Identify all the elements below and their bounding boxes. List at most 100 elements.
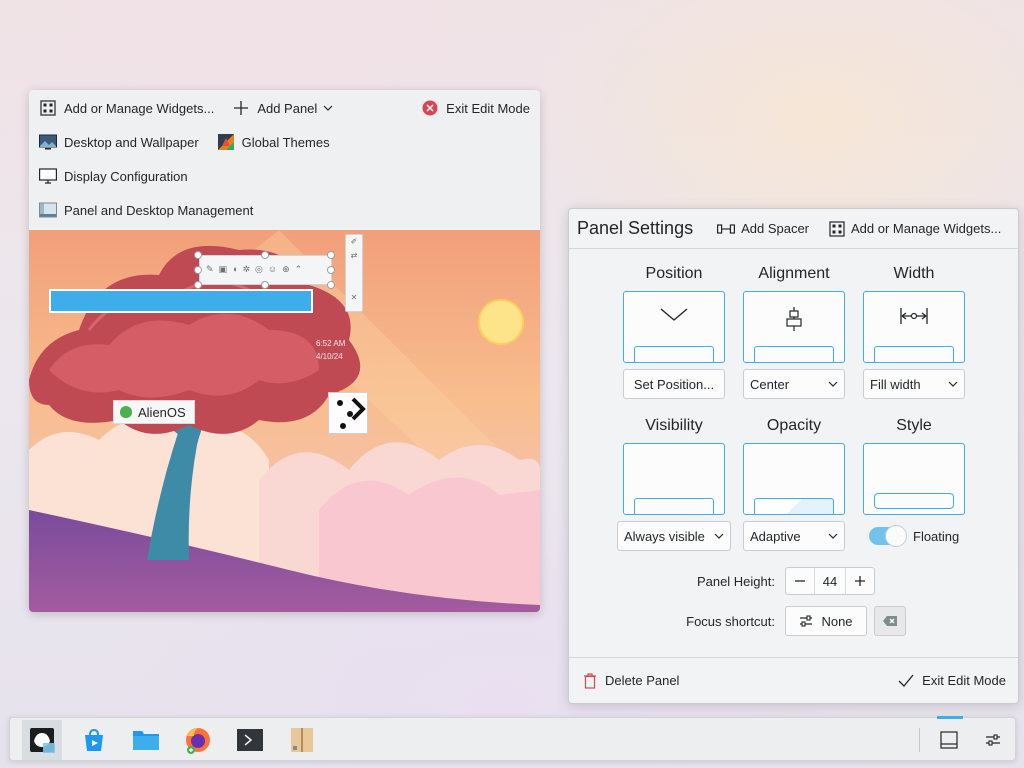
- taskbar-separator: [919, 728, 920, 752]
- alignment-preview[interactable]: [743, 291, 845, 363]
- exit-edit-mode-label: Exit Edit Mode: [922, 673, 1006, 688]
- width-value: Fill width: [870, 376, 921, 392]
- discover-button[interactable]: [74, 720, 114, 760]
- resize-handle[interactable]: [327, 281, 335, 289]
- panel-settings-header: Panel Settings Add Spacer Add or Manage …: [569, 209, 1018, 249]
- resize-handle[interactable]: [261, 251, 269, 259]
- chevron-down-icon: [828, 379, 838, 389]
- spacer-icon: [717, 223, 736, 235]
- application-launcher-button[interactable]: [22, 720, 62, 760]
- firefox-icon: [186, 728, 210, 754]
- panel-height-value[interactable]: 44: [814, 568, 846, 594]
- settings-sliders-icon: [986, 734, 1000, 746]
- global-themes-button[interactable]: Global Themes: [215, 129, 332, 155]
- resize-handle[interactable]: [194, 281, 202, 289]
- resize-handle[interactable]: [327, 251, 335, 259]
- wallpaper-icon: [39, 133, 57, 151]
- toolbar-row-2: Desktop and Wallpaper Global Themes: [37, 128, 532, 156]
- panel-desktop-management-button[interactable]: Panel and Desktop Management: [37, 197, 255, 223]
- width-label: Width: [893, 265, 935, 282]
- increase-height-button[interactable]: [846, 568, 874, 594]
- show-desktop-icon: [940, 731, 958, 749]
- archive-icon: [291, 728, 313, 752]
- swap-icon: ⇄: [350, 251, 358, 260]
- visibility-label: Visibility: [645, 417, 703, 434]
- widgets-grid-icon: [39, 99, 57, 117]
- chevron-down-icon: [624, 306, 724, 325]
- close-icon: ✕: [350, 293, 358, 302]
- terminal-button[interactable]: [230, 720, 270, 760]
- widget-side-toolbar[interactable]: ✐ ⇄ ✕: [345, 234, 363, 312]
- decrease-height-button[interactable]: [786, 568, 814, 594]
- style-preview[interactable]: [863, 443, 965, 515]
- clear-shortcut-button[interactable]: [874, 606, 906, 636]
- floating-toggle[interactable]: Floating: [869, 525, 959, 547]
- panel-settings-title: Panel Settings: [577, 218, 694, 238]
- delete-panel-button[interactable]: Delete Panel: [583, 672, 680, 689]
- floating-panel-preview: [874, 493, 954, 509]
- resize-handle[interactable]: [194, 266, 202, 274]
- focus-shortcut-label: Focus shortcut:: [686, 614, 775, 629]
- alignment-label: Alignment: [758, 265, 830, 282]
- system-tray-settings-button[interactable]: [973, 720, 1013, 760]
- resize-handle[interactable]: [261, 281, 269, 289]
- wallpaper-illustration: [29, 230, 540, 612]
- display-configuration-button[interactable]: Display Configuration: [37, 163, 190, 189]
- add-spacer-button[interactable]: Add Spacer: [717, 221, 809, 236]
- exit-edit-mode-button[interactable]: Exit Edit Mode: [419, 95, 532, 121]
- firefox-button[interactable]: [178, 720, 218, 760]
- align-center-icon: [744, 306, 844, 335]
- opacity-combo[interactable]: Adaptive: [743, 521, 845, 551]
- panel-desktop-management-label: Panel and Desktop Management: [64, 202, 254, 218]
- opacity-label: Opacity: [766, 417, 822, 434]
- desktop-wallpaper-button[interactable]: Desktop and Wallpaper: [37, 129, 201, 155]
- panel-management-icon: [39, 201, 57, 219]
- taskbar: [9, 716, 1016, 761]
- alignment-combo[interactable]: Center: [743, 369, 845, 399]
- archive-button[interactable]: [282, 720, 322, 760]
- panel-bar-preview: [754, 346, 834, 362]
- chevron-down-icon: [323, 99, 333, 117]
- alienos-widget[interactable]: AlienOS: [113, 400, 195, 424]
- visibility-combo[interactable]: Always visible: [617, 521, 731, 551]
- display-configuration-label: Display Configuration: [64, 168, 188, 184]
- set-position-button[interactable]: Set Position...: [623, 369, 725, 399]
- panel-settings-footer: Delete Panel Exit Edit Mode: [569, 657, 1018, 703]
- panel-bar-preview: [634, 498, 714, 514]
- add-widgets-button[interactable]: Add or Manage Widgets...: [37, 95, 216, 121]
- clock-date: 4/10/24: [316, 352, 343, 361]
- global-themes-label: Global Themes: [241, 134, 330, 150]
- toggle-track: [869, 525, 907, 547]
- resize-handle[interactable]: [327, 266, 335, 274]
- delete-panel-label: Delete Panel: [605, 673, 680, 688]
- toolbar-row-3: Display Configuration: [37, 162, 532, 190]
- file-manager-button[interactable]: [126, 720, 166, 760]
- set-position-label: Set Position...: [633, 376, 715, 392]
- trash-icon: [583, 672, 597, 689]
- dice-widget[interactable]: [328, 392, 368, 434]
- file-manager-icon: [133, 731, 159, 750]
- width-combo[interactable]: Fill width: [863, 369, 965, 399]
- add-widgets-button[interactable]: Add or Manage Widgets...: [829, 220, 1001, 237]
- panel-bar-preview: [754, 498, 834, 514]
- pin-icon: ✐: [350, 237, 358, 246]
- desktop-clock: 6:52 AM 4/10/24: [316, 337, 345, 363]
- discover-icon: [85, 728, 103, 751]
- edit-mode-toolbar: Add or Manage Widgets... Add Panel Exit …: [29, 90, 540, 612]
- visibility-value: Always visible: [624, 528, 705, 544]
- resize-handle[interactable]: [194, 251, 202, 259]
- plus-icon: [232, 99, 250, 117]
- desktop-preview: ✎▣◖✲◎☺⊕⌃ ✐ ⇄ ✕ 6:52 AM 4/10/24 AlienOS: [29, 230, 540, 612]
- width-preview[interactable]: [863, 291, 965, 363]
- exit-edit-mode-button[interactable]: Exit Edit Mode: [898, 673, 1006, 688]
- position-preview[interactable]: [623, 291, 725, 363]
- visibility-preview[interactable]: [623, 443, 725, 515]
- selected-panel-widget[interactable]: [49, 289, 313, 313]
- tray-active-indicator: [937, 716, 963, 719]
- opacity-preview[interactable]: [743, 443, 845, 515]
- show-desktop-button[interactable]: [929, 720, 969, 760]
- checkmark-icon: [898, 674, 914, 688]
- focus-shortcut-button[interactable]: None: [785, 606, 867, 636]
- add-panel-button[interactable]: Add Panel: [230, 95, 335, 121]
- panel-bar-preview: [874, 346, 954, 362]
